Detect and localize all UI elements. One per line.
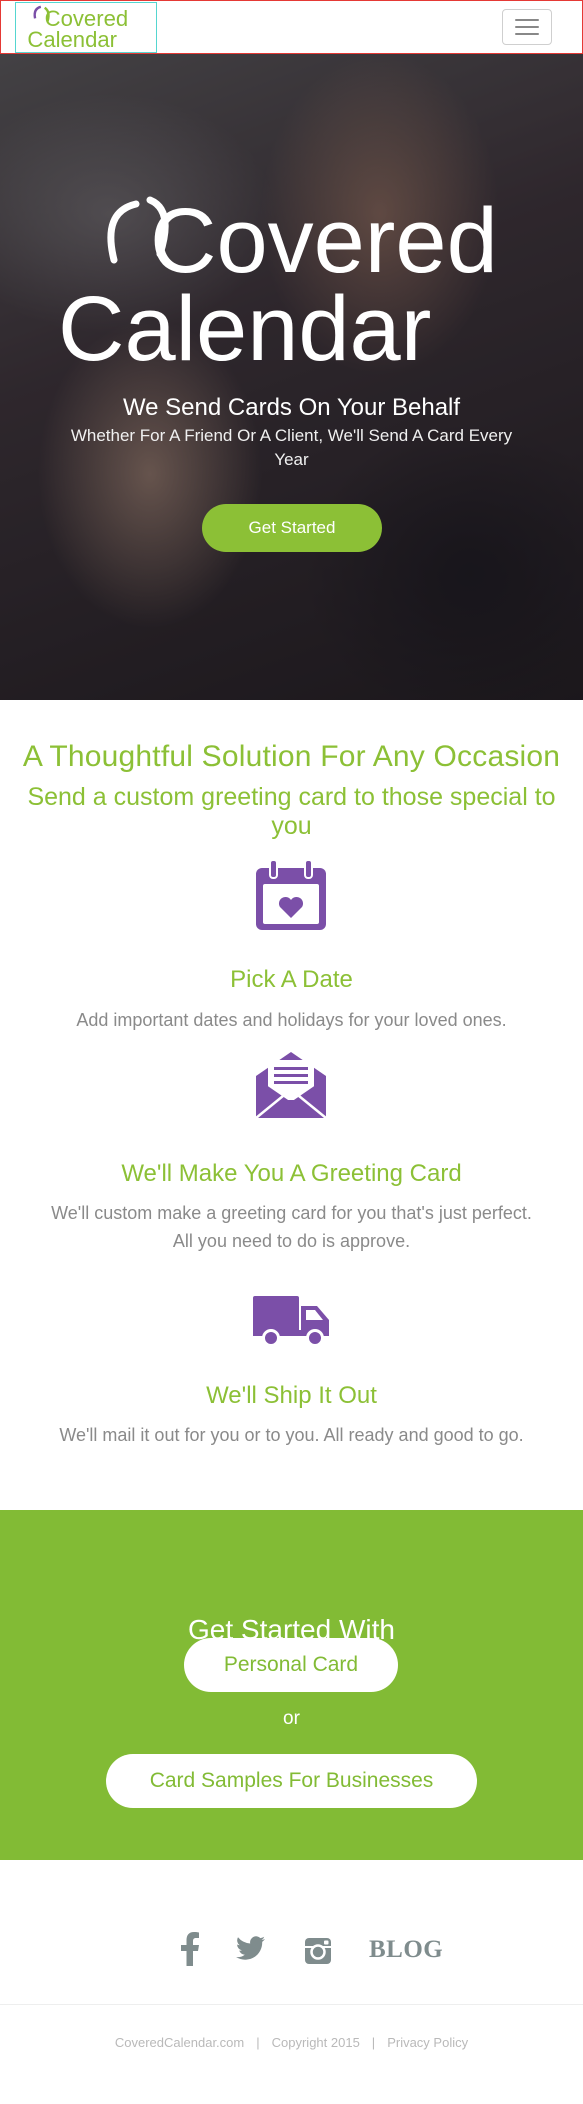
hamburger-icon-bar xyxy=(515,33,539,35)
navbar: Covered Calendar xyxy=(0,0,583,54)
brand-logo-link[interactable]: Covered Calendar xyxy=(15,2,157,53)
facebook-icon[interactable] xyxy=(180,1932,200,1966)
step-title-ship-out: We'll Ship It Out xyxy=(206,1382,377,1409)
step-desc-ship-out: We'll mail it out for you or to you. All… xyxy=(59,1425,524,1445)
cta-section: Get Started With Personal Card or Card S… xyxy=(0,1510,583,1860)
business-samples-button[interactable]: Card Samples For Businesses xyxy=(106,1754,477,1808)
brand-logo: Covered Calendar xyxy=(27,5,128,52)
menu-toggle-button[interactable] xyxy=(502,9,552,45)
brand-line2: Calendar xyxy=(27,27,117,52)
privacy-policy-link[interactable]: Privacy Policy xyxy=(387,2035,468,2050)
hero-tagline: We Send Cards On Your Behalf xyxy=(122,394,461,421)
blog-link[interactable]: BLOG xyxy=(369,1936,443,1964)
hamburger-icon-bar xyxy=(515,26,539,28)
instagram-icon[interactable] xyxy=(304,1937,332,1965)
open-envelope-icon xyxy=(255,1052,327,1119)
personal-card-button[interactable]: Personal Card xyxy=(184,1638,398,1692)
step-title-make-card: We'll Make You A Greeting Card xyxy=(121,1160,462,1187)
hero-section: Covered Calendar We Send Cards On Your B… xyxy=(0,54,583,700)
get-started-button[interactable]: Get Started xyxy=(202,504,382,552)
hero-logo-line2: Calendar xyxy=(58,278,431,369)
step-title-pick-date: Pick A Date xyxy=(230,966,353,993)
footer-separator: | xyxy=(256,2035,260,2050)
section-title: A Thoughtful Solution For Any Occasion xyxy=(22,740,561,773)
footer-site-link[interactable]: CoveredCalendar.com xyxy=(115,2035,244,2050)
step-desc-make-card: We'll custom make a greeting card for yo… xyxy=(51,1203,532,1251)
section-subtitle: Send a custom greeting card to those spe… xyxy=(27,783,556,840)
twitter-icon[interactable] xyxy=(236,1936,266,1962)
delivery-truck-icon xyxy=(253,1296,329,1347)
calendar-heart-icon xyxy=(256,859,326,930)
hero-photo-overlay xyxy=(0,54,583,700)
footer-links: CoveredCalendar.com | Copyright 2015 | Priva… xyxy=(0,2035,583,2050)
hero-logo: Covered Calendar xyxy=(58,194,498,369)
footer-divider xyxy=(0,2004,583,2005)
footer-separator: | xyxy=(371,2035,376,2050)
hero-subtitle: Whether For A Friend Or A Client, We'll … xyxy=(70,426,513,469)
step-desc-pick-date: Add important dates and holidays for you… xyxy=(76,1010,507,1030)
hamburger-icon-bar xyxy=(515,19,539,21)
cta-or-label: or xyxy=(283,1708,300,1729)
footer-copyright: Copyright 2015 xyxy=(271,2035,360,2050)
